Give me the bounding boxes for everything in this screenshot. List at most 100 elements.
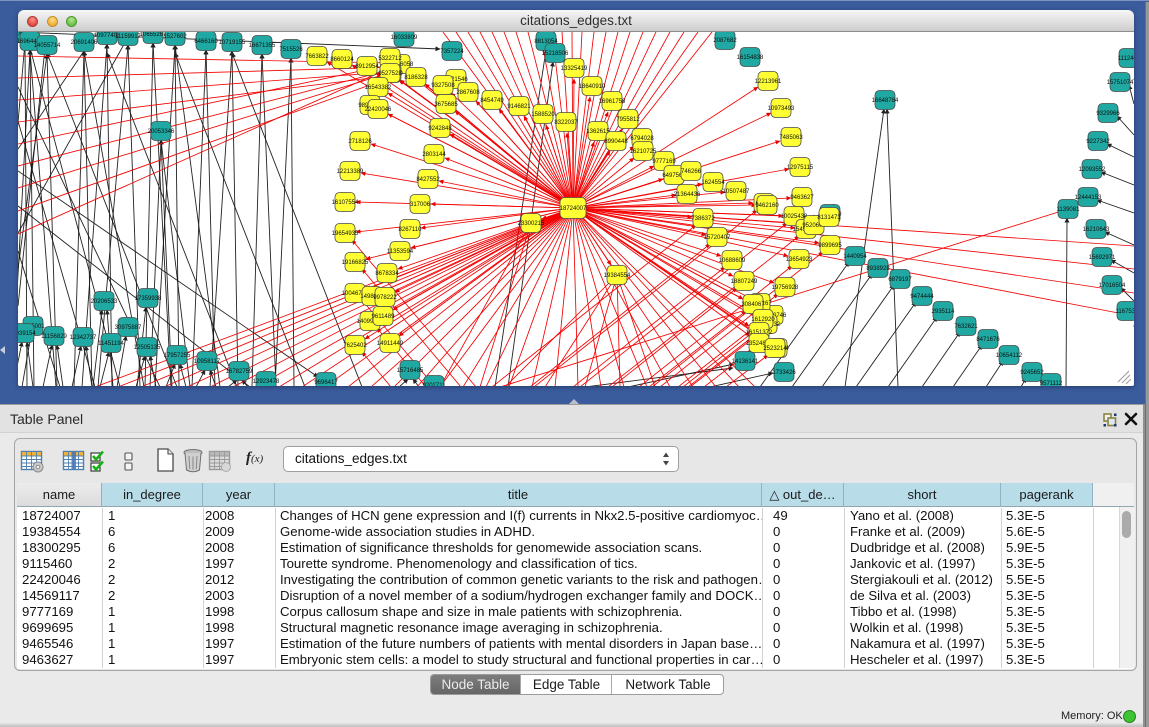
svg-text:12923478: 12923478	[253, 379, 280, 385]
svg-text:6466160: 6466160	[194, 39, 218, 45]
svg-text:16210643: 16210643	[1083, 227, 1110, 233]
svg-text:16154838: 16154838	[737, 55, 764, 61]
svg-text:9327508: 9327508	[431, 83, 455, 89]
svg-text:8131473: 8131473	[817, 215, 841, 221]
svg-text:18807249: 18807249	[731, 279, 758, 285]
svg-text:16543382: 16543382	[365, 85, 392, 91]
svg-text:17359938: 17359938	[135, 296, 162, 302]
svg-text:8660124: 8660124	[330, 57, 354, 63]
svg-text:8427552: 8427552	[416, 177, 440, 183]
svg-text:8912954: 8912954	[355, 64, 379, 70]
svg-text:12213961: 12213961	[755, 79, 782, 85]
svg-text:19384554: 19384554	[604, 273, 631, 279]
svg-text:15692971: 15692971	[1089, 255, 1116, 261]
svg-text:2718126: 2718126	[348, 139, 372, 145]
svg-text:16782759: 16782759	[226, 369, 253, 375]
svg-text:9242848: 9242848	[428, 126, 452, 132]
svg-text:7625402: 7625402	[343, 343, 367, 349]
svg-text:9463627: 9463627	[790, 195, 814, 201]
svg-text:16107554: 16107554	[332, 200, 359, 206]
svg-text:10688609: 10688609	[719, 258, 746, 264]
svg-text:30975887: 30975887	[115, 325, 142, 331]
svg-text:10958117: 10958117	[194, 359, 221, 365]
svg-text:17016504: 17016504	[1099, 283, 1126, 289]
svg-text:746266: 746266	[681, 169, 702, 175]
svg-text:12342737: 12342737	[70, 335, 97, 341]
svg-text:15716485: 15716485	[397, 368, 424, 374]
svg-text:1733426: 1733426	[772, 370, 796, 376]
svg-text:20053346: 20053346	[148, 129, 175, 135]
svg-text:15218506: 15218506	[542, 51, 569, 57]
svg-text:15720407: 15720407	[704, 235, 731, 241]
svg-text:23300215: 23300215	[518, 221, 545, 227]
svg-text:19654935: 19654935	[332, 231, 359, 237]
svg-text:16961758: 16961758	[599, 99, 626, 105]
svg-text:3675685: 3675685	[434, 102, 458, 108]
svg-text:20206533: 20206533	[91, 299, 118, 305]
svg-text:12975115: 12975115	[787, 165, 814, 171]
svg-text:8267110: 8267110	[399, 227, 423, 233]
svg-text:20691406: 20691406	[71, 40, 98, 46]
svg-text:3084067: 3084067	[741, 302, 765, 308]
svg-text:21364436: 21364436	[674, 192, 701, 198]
svg-text:19166825: 19166825	[342, 260, 369, 266]
svg-text:1939154: 1939154	[18, 331, 36, 337]
svg-text:7357224: 7357224	[440, 49, 464, 55]
svg-text:9146821: 9146821	[507, 104, 531, 110]
svg-text:18640910: 18640910	[579, 84, 606, 90]
svg-text:9696417: 9696417	[314, 380, 338, 386]
svg-text:13325419: 13325419	[561, 66, 588, 72]
svg-text:7663822: 7663822	[305, 54, 329, 60]
svg-text:9462160: 9462160	[755, 203, 779, 209]
svg-text:7515526: 7515526	[279, 47, 303, 53]
svg-text:11159917: 11159917	[115, 34, 141, 40]
svg-text:14136141: 14136141	[732, 359, 759, 365]
svg-text:8454749: 8454749	[480, 98, 504, 104]
svg-text:6879197: 6879197	[888, 277, 912, 283]
svg-text:9329966: 9329966	[1096, 111, 1120, 117]
svg-text:11156829: 11156829	[41, 334, 67, 340]
svg-text:8938928: 8938928	[866, 266, 890, 272]
svg-text:2087682: 2087682	[713, 38, 737, 44]
svg-text:10507487: 10507487	[723, 189, 750, 195]
svg-text:5322712: 5322712	[378, 56, 402, 62]
svg-text:16648784: 16648784	[872, 98, 899, 104]
svg-text:14911449: 14911449	[377, 341, 404, 347]
svg-text:2523214: 2523214	[763, 346, 787, 352]
svg-text:16671355: 16671355	[249, 43, 276, 49]
svg-text:10719155: 10719155	[219, 40, 246, 46]
svg-text:16033809: 16033809	[391, 35, 418, 41]
svg-text:2935114: 2935114	[932, 309, 956, 315]
svg-text:18724007: 18724007	[560, 206, 587, 212]
svg-text:7485063: 7485063	[779, 135, 803, 141]
svg-text:17957255: 17957255	[164, 353, 191, 359]
svg-text:22420046: 22420046	[365, 107, 392, 113]
svg-text:9245652: 9245652	[1020, 370, 1044, 376]
svg-text:11451194: 11451194	[98, 341, 124, 347]
svg-text:1440954: 1440954	[843, 254, 867, 260]
svg-text:2803144: 2803144	[422, 152, 446, 158]
svg-text:12505135: 12505135	[134, 345, 161, 351]
svg-text:13654923: 13654923	[786, 257, 813, 263]
svg-text:11353594: 11353594	[387, 249, 414, 255]
svg-text:9899695: 9899695	[818, 243, 842, 249]
svg-text:9527528: 9527528	[378, 71, 402, 77]
svg-text:8186328: 8186328	[404, 75, 428, 81]
svg-text:9571112: 9571112	[1040, 381, 1063, 386]
svg-text:8678334: 8678334	[375, 271, 399, 277]
svg-text:7386372: 7386372	[691, 216, 715, 222]
svg-text:8990448: 8990448	[604, 139, 628, 145]
svg-text:1588520: 1588520	[531, 112, 555, 118]
svg-text:9611489: 9611489	[372, 314, 396, 320]
svg-text:12444153: 12444153	[1075, 195, 1102, 201]
svg-text:1624554: 1624554	[701, 180, 725, 186]
svg-text:8322037: 8322037	[554, 120, 578, 126]
svg-text:9777169: 9777169	[652, 159, 676, 165]
svg-text:9227342: 9227342	[1086, 139, 1110, 145]
svg-text:1167535: 1167535	[1116, 309, 1134, 315]
svg-text:19756928: 19756928	[772, 285, 799, 291]
svg-text:1527602: 1527602	[163, 34, 187, 40]
svg-text:317006: 317006	[410, 202, 431, 208]
svg-text:9978222: 9978222	[373, 295, 397, 301]
svg-text:1139081: 1139081	[1057, 207, 1081, 213]
